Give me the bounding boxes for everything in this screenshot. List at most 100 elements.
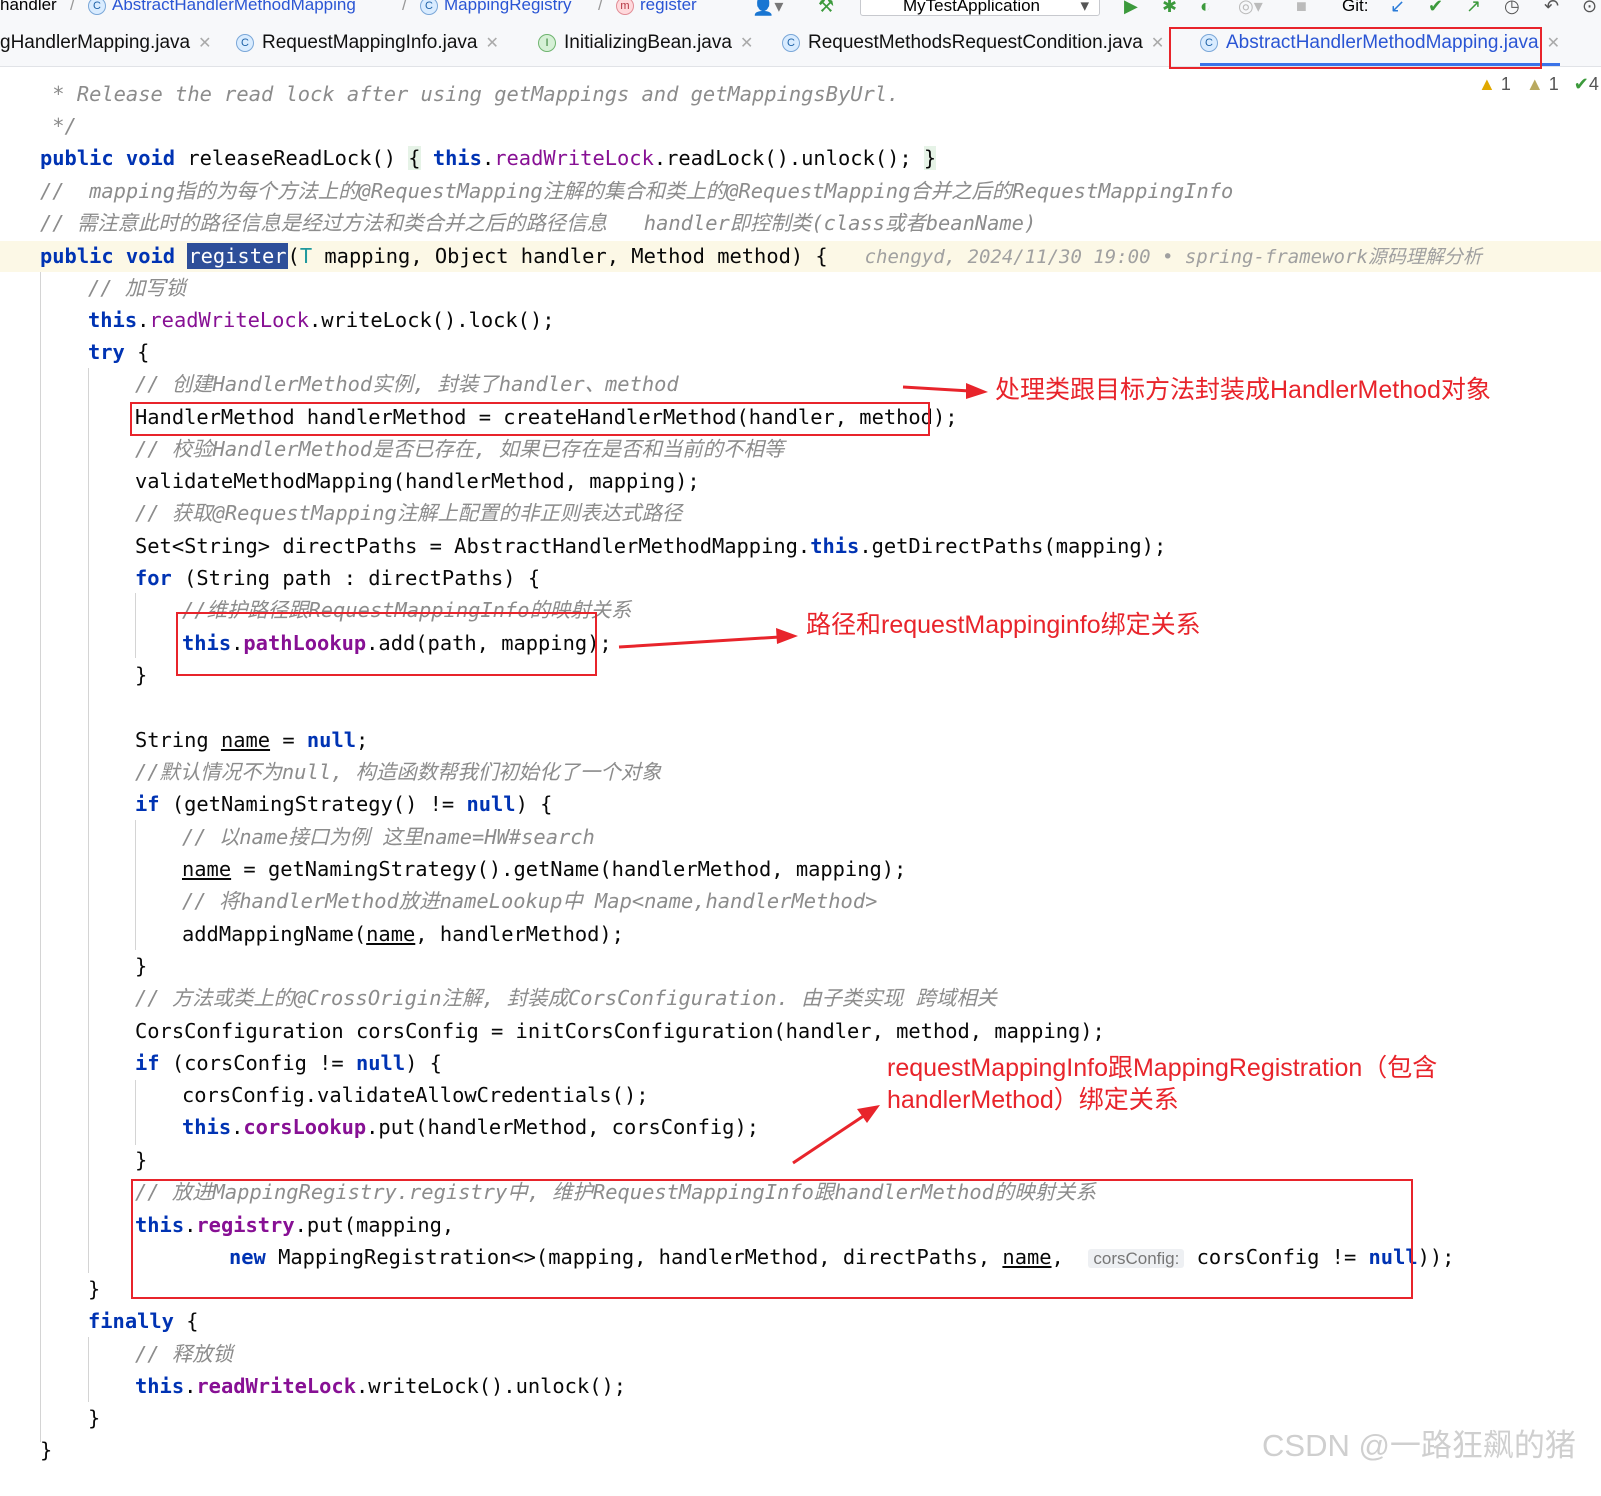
- code-token: public void: [40, 146, 176, 170]
- code-token: readWriteLock: [149, 308, 309, 332]
- code-line: public void releaseReadLock() { this.rea…: [40, 143, 937, 173]
- code-token: String: [135, 728, 221, 752]
- code-token: (String path : directPaths) {: [171, 566, 541, 590]
- indent-guide: [135, 1080, 136, 1145]
- code-token: ));: [1417, 1245, 1455, 1269]
- code-line: // 创建HandlerMethod实例, 封装了handler、method: [135, 372, 679, 396]
- annotation-box-create-handler-method: [130, 402, 930, 436]
- code-token: this: [810, 534, 860, 558]
- code-line: this.readWriteLock.writeLock().lock();: [88, 305, 555, 335]
- code-token: name: [182, 857, 232, 881]
- code-token: {: [124, 340, 150, 364]
- code-token: null: [306, 728, 356, 752]
- indent-guide: [135, 593, 136, 658]
- selected-token: register: [187, 243, 288, 269]
- code-line: addMappingName(name, handlerMethod);: [182, 919, 624, 949]
- code-token: (getNamingStrategy() !=: [159, 792, 467, 816]
- code-token: ;: [356, 728, 369, 752]
- code-token: }: [923, 146, 937, 170]
- code-line: */: [40, 114, 77, 138]
- git-blame-annotation[interactable]: chengyd, 2024/11/30 19:00 • spring-frame…: [865, 246, 1482, 268]
- code-token: ) {: [405, 1051, 442, 1075]
- annotation-text-handler-method: 处理类跟目标方法封装成HandlerMethod对象: [995, 376, 1491, 404]
- code-line: Set<String> directPaths = AbstractHandle…: [135, 531, 1166, 561]
- code-token: {: [173, 1309, 199, 1333]
- code-token: for: [135, 566, 172, 590]
- code-token: public void: [40, 244, 176, 268]
- code-token: , handlerMethod);: [415, 922, 624, 946]
- code-line: }: [40, 1438, 53, 1462]
- code-line: }: [135, 954, 148, 978]
- code-token: .getDirectPaths(mapping);: [859, 534, 1167, 558]
- code-token: finally: [88, 1309, 174, 1333]
- code-token: mapping, Object handler, Method method) …: [312, 244, 828, 268]
- code-token: = getNamingStrategy().getName(handlerMet…: [231, 857, 907, 881]
- code-line: // 将handlerMethod放进nameLookup中 Map<name,…: [182, 889, 878, 913]
- code-token: addMappingName(: [182, 922, 367, 946]
- code-token: null: [355, 1051, 406, 1075]
- code-token: {: [408, 146, 421, 170]
- code-line: this.corsLookup.put(handlerMethod, corsC…: [182, 1112, 759, 1142]
- code-token: .: [481, 146, 495, 170]
- watermark: CSDN @一路狂飙的猪: [1262, 1428, 1576, 1463]
- code-line: String name = null;: [135, 725, 368, 755]
- code-token: name: [220, 728, 271, 752]
- code-token: null: [466, 792, 516, 816]
- code-line: // 方法或类上的@CrossOrigin注解, 封装成CorsConfigur…: [135, 986, 998, 1010]
- code-line: this.readWriteLock.writeLock().unlock();: [135, 1371, 626, 1401]
- code-line: // 释放锁: [135, 1342, 234, 1366]
- code-line: for (String path : directPaths) {: [135, 563, 540, 593]
- code-line: try {: [88, 337, 149, 367]
- annotation-text-registry-line1: requestMappingInfo跟MappingRegistration（包…: [887, 1054, 1438, 1082]
- code-token: =: [270, 728, 307, 752]
- code-token: T: [299, 244, 313, 268]
- code-line: // 以name接口为例 这里name=HW#search: [182, 825, 595, 849]
- code-token: this: [182, 1115, 232, 1139]
- code-token: .: [137, 308, 150, 332]
- code-token: releaseReadLock(): [175, 146, 409, 170]
- code-line: // 获取@RequestMapping注解上配置的非正则表达式路径: [135, 501, 683, 525]
- indent-guide: [88, 1337, 89, 1402]
- indent-guide: [88, 368, 89, 1273]
- code-line: }: [88, 1277, 101, 1301]
- code-token: readWriteLock: [494, 146, 654, 170]
- indent-guide: [135, 820, 136, 950]
- code-token: (corsConfig !=: [159, 1051, 356, 1075]
- code-token: this: [135, 1374, 185, 1398]
- code-token: ) {: [515, 792, 553, 816]
- code-line: // 校验HandlerMethod是否已存在, 如果已存在是否和当前的不相等: [135, 437, 785, 461]
- code-line: finally {: [88, 1306, 199, 1336]
- code-line: // mapping指的为每个方法上的@RequestMapping注解的集合和…: [40, 179, 1234, 203]
- annotation-box-registry-put: [131, 1179, 1413, 1299]
- code-line: if (corsConfig != null) {: [135, 1048, 442, 1078]
- code-token: .put(handlerMethod, corsConfig);: [366, 1115, 759, 1139]
- code-token: Set<String> directPaths = AbstractHandle…: [135, 534, 811, 558]
- code-token: try: [88, 340, 125, 364]
- code-token: name: [366, 922, 416, 946]
- indent-guide: [40, 272, 41, 1442]
- code-token: .writeLock().unlock();: [355, 1374, 627, 1398]
- code-token: (: [287, 244, 300, 268]
- code-token: .: [184, 1374, 197, 1398]
- code-line: //默认情况不为null, 构造函数帮我们初始化了一个对象: [135, 760, 662, 784]
- code-line: CorsConfiguration corsConfig = initCorsC…: [135, 1019, 1105, 1043]
- code-line: }: [88, 1406, 101, 1430]
- code-token: if: [135, 792, 160, 816]
- code-line: public void register(T mapping, Object h…: [40, 241, 1482, 271]
- code-line: // 加写锁: [88, 276, 187, 300]
- code-line: validateMethodMapping(handlerMethod, map…: [135, 469, 700, 493]
- code-token: if: [135, 1051, 160, 1075]
- annotation-box-active-tab: [1169, 27, 1542, 69]
- code-token: .: [231, 1115, 244, 1139]
- code-token: readWriteLock: [196, 1374, 356, 1398]
- code-line: // 需注意此时的路径信息是经过方法和类合并之后的路径信息 handler即控制…: [40, 211, 1037, 235]
- code-token: this: [88, 308, 138, 332]
- code-line: }: [135, 1148, 148, 1172]
- annotation-text-path-binding: 路径和requestMappinginfo绑定关系: [806, 611, 1201, 639]
- annotation-box-path-lookup: [176, 612, 597, 676]
- code-token: .writeLock().lock();: [308, 308, 555, 332]
- code-token: this: [420, 146, 482, 170]
- code-line: }: [135, 663, 148, 687]
- code-line: corsConfig.validateAllowCredentials();: [182, 1083, 649, 1107]
- code-line: name = getNamingStrategy().getName(handl…: [182, 854, 906, 884]
